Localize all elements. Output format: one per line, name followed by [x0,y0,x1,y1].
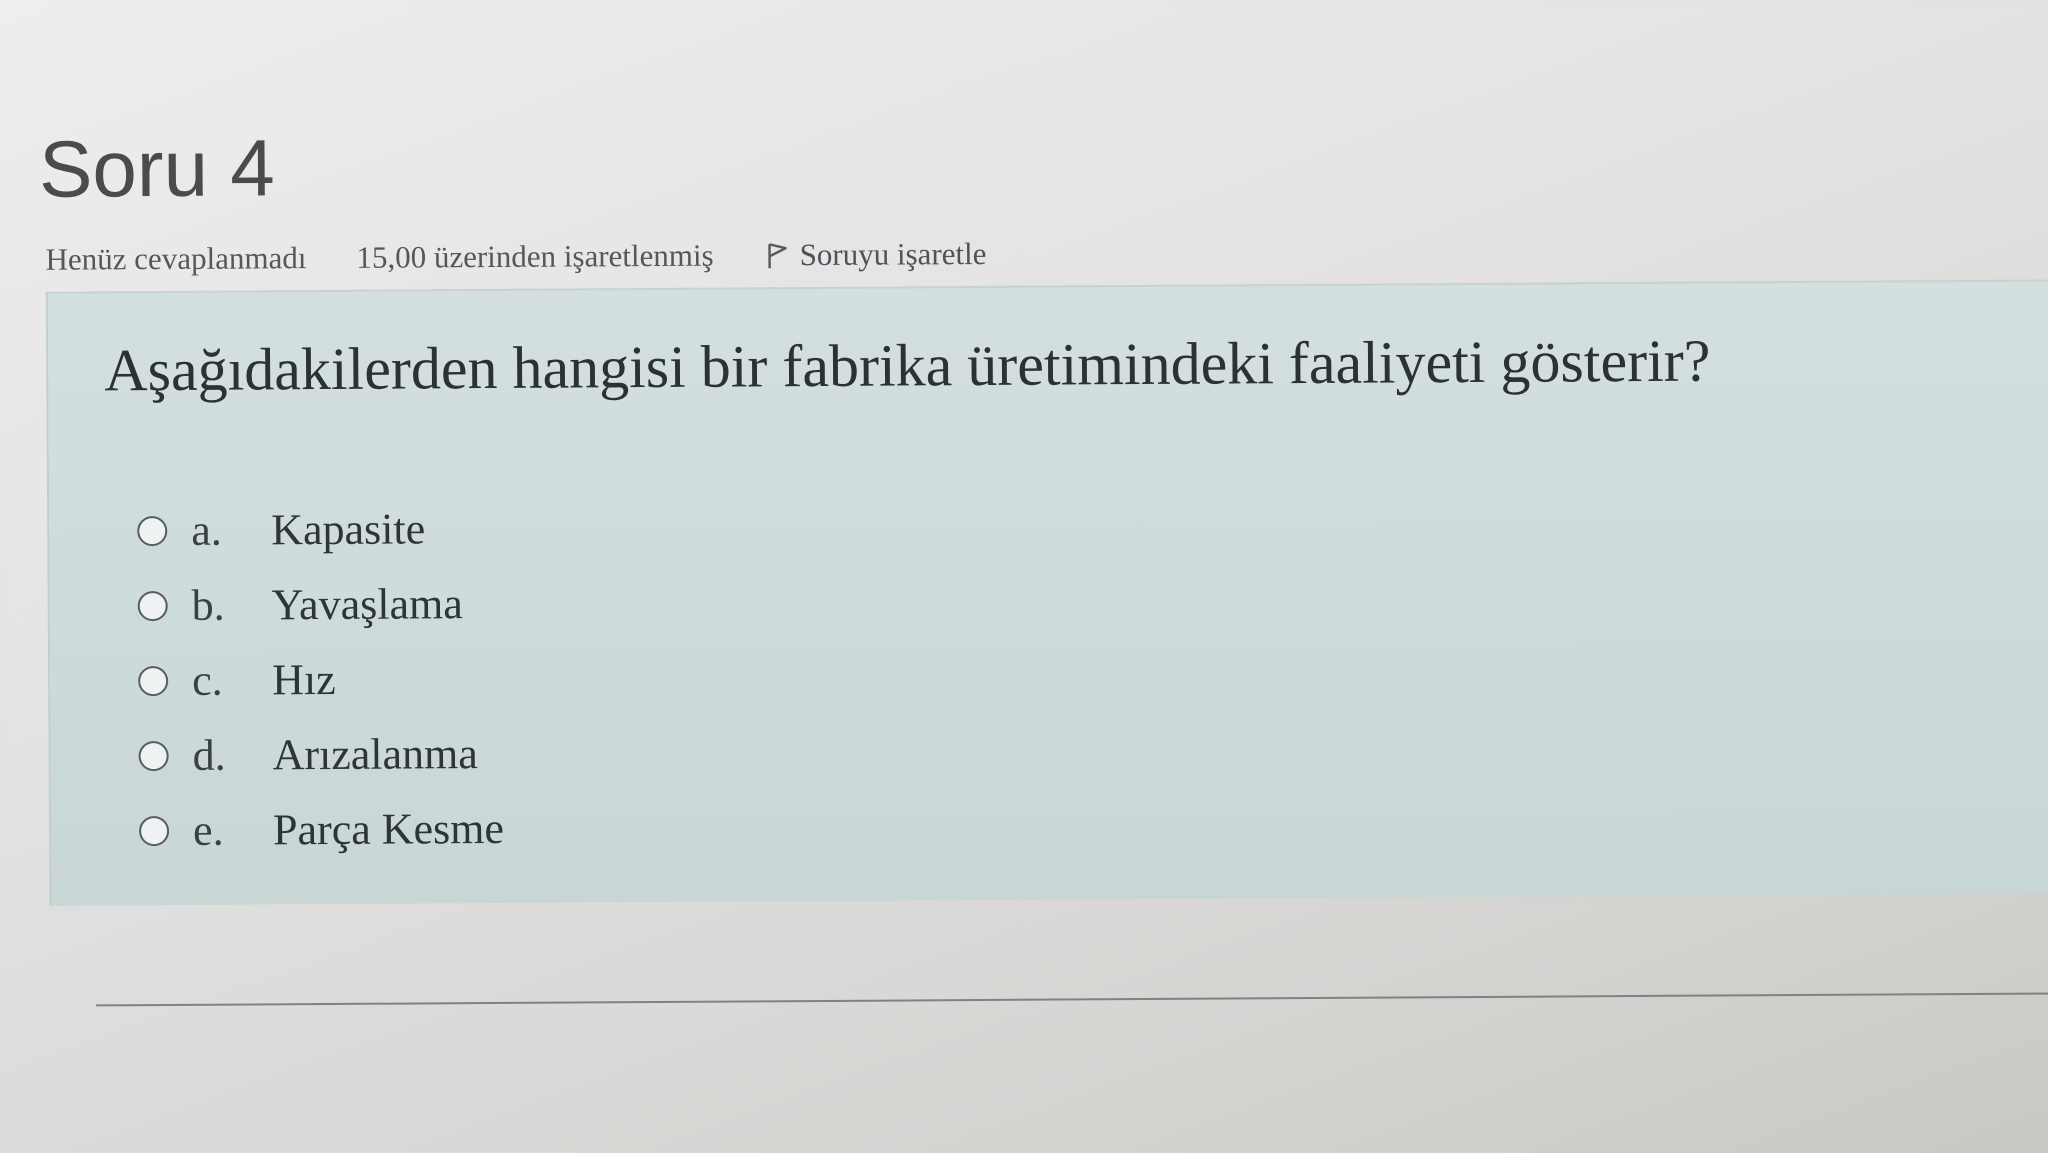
answer-letter: d. [192,730,226,780]
question-number-title: Soru 4 [38,123,276,214]
answer-list: a. Kapasite b. Yavaşlama c. Hız d. Arıza… [137,491,504,868]
question-box: Aşağıdakilerden hangisi bir fabrika üret… [47,279,2048,906]
answer-label: Hız [272,654,336,705]
answer-option-e[interactable]: e. Parça Kesme [138,791,505,868]
radio-button[interactable] [138,665,169,696]
answer-letter: c. [192,655,223,705]
answer-label: Parça Kesme [272,803,505,855]
quiz-page: Soru 4 Henüz cevaplanmadı 15,00 üzerinde… [0,0,2048,1153]
question-text: Aşağıdakilerden hangisi bir fabrika üret… [104,327,1711,404]
radio-button[interactable] [138,740,169,771]
answer-label: Kapasite [271,504,426,555]
answer-letter: b. [191,580,225,630]
answer-label: Arızalanma [272,729,478,780]
answer-option-c[interactable]: c. Hız [138,641,503,718]
question-grade: 15,00 üzerinden işaretlenmiş [356,237,714,275]
answer-option-a[interactable]: a. Kapasite [137,491,502,568]
radio-button[interactable] [137,590,168,621]
flag-icon [768,243,787,269]
section-divider [96,992,2048,1007]
answer-letter: a. [191,505,222,555]
question-status: Henüz cevaplanmadı [45,240,307,277]
radio-button[interactable] [137,515,168,546]
flag-question-label: Soruyu işaretle [799,235,987,273]
answer-letter: e. [192,805,224,855]
answer-option-b[interactable]: b. Yavaşlama [137,566,502,643]
radio-button[interactable] [138,815,170,846]
question-info: Henüz cevaplanmadı 15,00 üzerinden işare… [45,234,986,280]
answer-option-d[interactable]: d. Arızalanma [138,716,503,793]
flag-question-link[interactable]: Soruyu işaretle [764,236,987,273]
answer-label: Yavaşlama [271,579,463,630]
